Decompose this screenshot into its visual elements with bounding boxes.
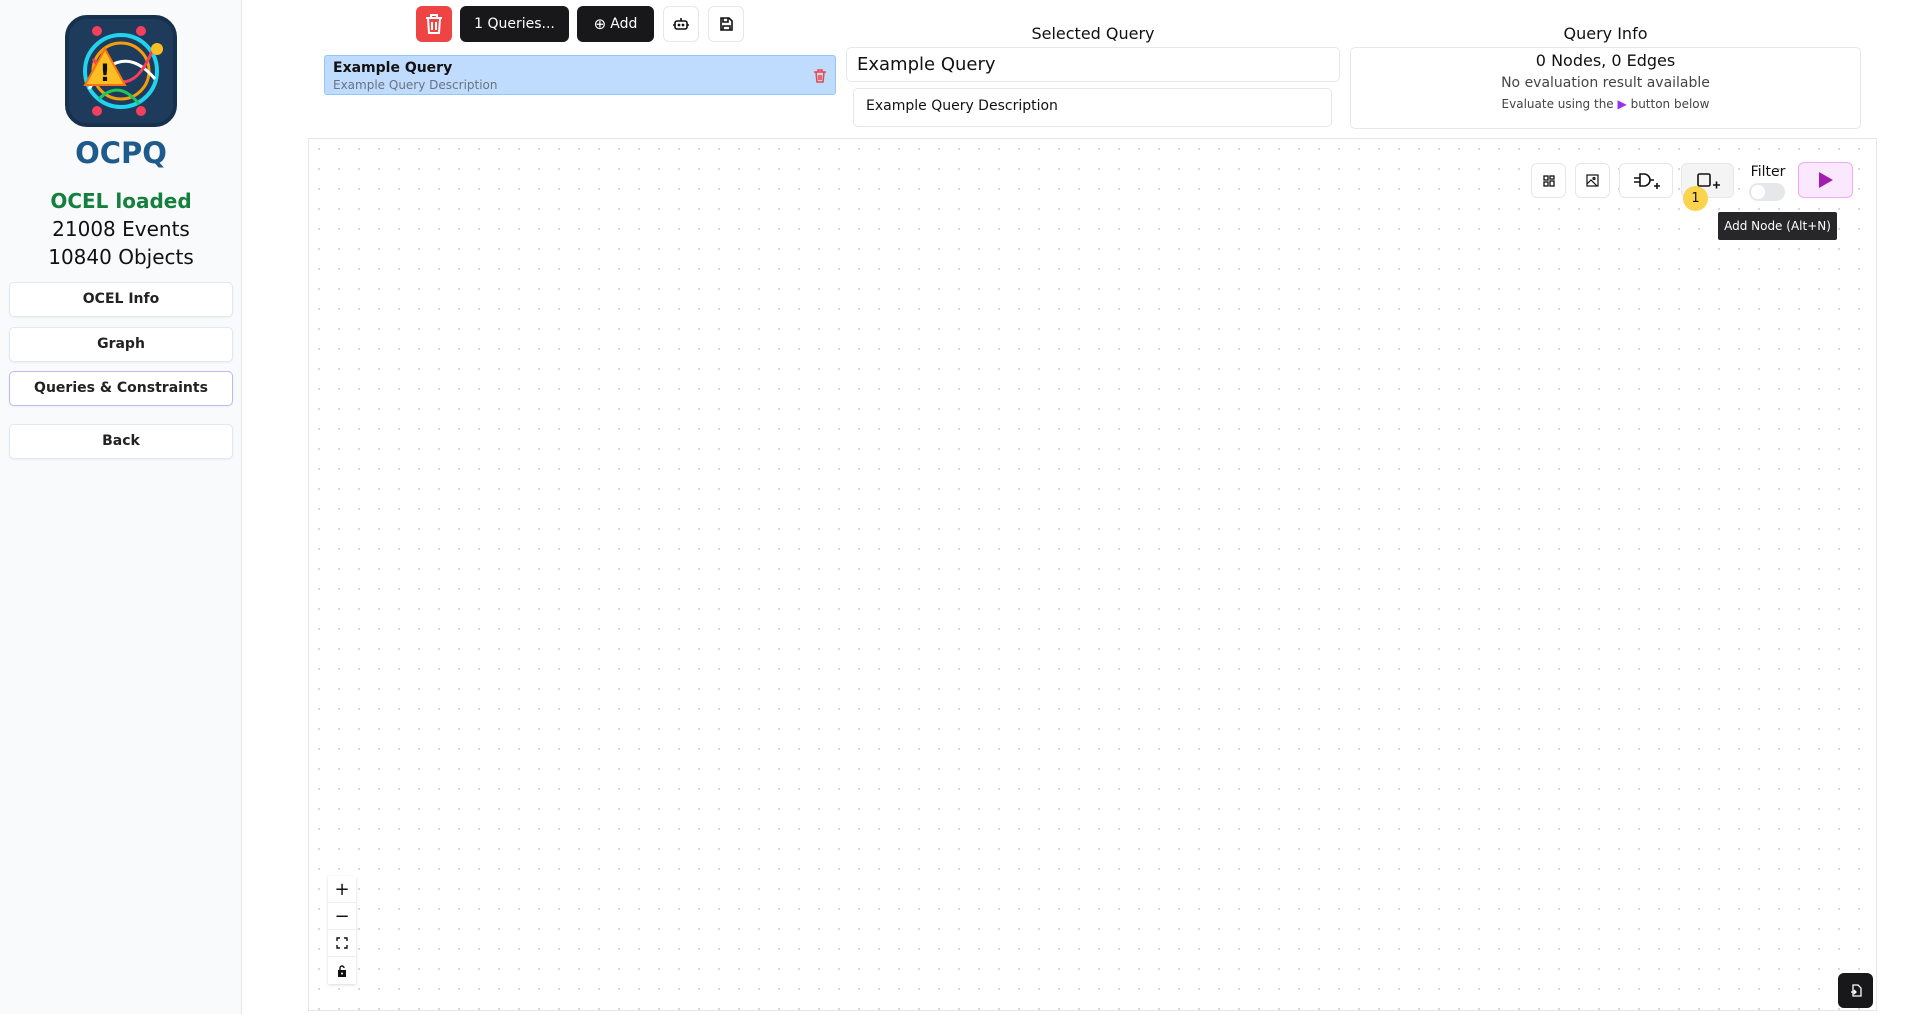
query-list-item[interactable]: Example Query Example Query Description [324, 55, 836, 95]
add-query-button[interactable]: ⊕ Add [577, 6, 654, 42]
sidebar: ! OCPQ OCEL loaded 21008 Events 10840 Ob… [0, 0, 242, 1014]
plus-circle-icon: ⊕ [593, 15, 607, 33]
trash-icon [426, 14, 442, 34]
layout-grid-icon [1542, 174, 1555, 187]
image-icon [1586, 174, 1599, 187]
node-edge-count: 0 Nodes, 0 Edges [1535, 51, 1676, 70]
query-info-heading: Query Info [1563, 24, 1648, 43]
zoom-controls: + − [328, 876, 356, 984]
zoom-out-icon[interactable]: − [328, 903, 356, 930]
play-icon [1818, 172, 1833, 188]
filter-toggle[interactable] [1749, 183, 1785, 201]
hint-after: button below [1630, 97, 1710, 111]
delete-query-icon[interactable] [814, 69, 826, 83]
queries-menu-button[interactable]: 1 Queries... [460, 6, 569, 42]
query-graph-canvas[interactable] [308, 138, 1877, 1011]
tooltip: Add Node (Alt+N) [1718, 212, 1837, 240]
play-icon: ▶ [1617, 97, 1627, 111]
save-icon [719, 17, 733, 31]
export-button[interactable] [1838, 973, 1873, 1008]
fit-view-icon[interactable] [328, 930, 356, 957]
query-info-panel: 0 Nodes, 0 Edges No evaluation result av… [1350, 47, 1861, 129]
step-badge: 1 [1683, 186, 1708, 211]
auto-layout-button[interactable] [1531, 163, 1566, 198]
query-name-input[interactable]: Example Query [846, 47, 1340, 82]
robot-icon [673, 18, 689, 30]
nav-graph[interactable]: Graph [9, 327, 233, 362]
lock-icon[interactable] [328, 957, 356, 984]
file-export-icon [1850, 984, 1862, 997]
selected-query-heading: Selected Query [1031, 24, 1155, 43]
gate-plus-icon [1634, 172, 1660, 189]
nav-ocel-info[interactable]: OCEL Info [9, 282, 233, 317]
nav-queries-constraints[interactable]: Queries & Constraints [9, 371, 233, 406]
hint-before: Evaluate using the [1501, 97, 1614, 111]
evaluate-button[interactable] [1798, 162, 1853, 198]
add-label: Add [610, 16, 638, 32]
save-button[interactable] [708, 6, 744, 42]
nav-back[interactable]: Back [9, 424, 233, 459]
delete-all-button[interactable] [416, 6, 452, 42]
app-brand: OCPQ [75, 136, 167, 170]
filter-label: Filter [1750, 164, 1786, 180]
ocel-status: OCEL loaded [50, 189, 192, 213]
query-description: Example Query Description [333, 78, 498, 92]
ocpq-logo: ! [65, 15, 177, 127]
zoom-in-icon[interactable]: + [328, 876, 356, 903]
export-image-button[interactable] [1575, 163, 1610, 198]
add-gate-button[interactable] [1619, 163, 1673, 198]
svg-text:!: ! [100, 59, 111, 87]
object-count: 10840 Objects [48, 245, 194, 269]
event-count: 21008 Events [52, 217, 190, 241]
query-name: Example Query [333, 60, 453, 76]
robot-button[interactable] [663, 6, 699, 42]
evaluation-status: No evaluation result available [1501, 75, 1710, 91]
query-description-textarea[interactable]: Example Query Description [853, 88, 1332, 127]
